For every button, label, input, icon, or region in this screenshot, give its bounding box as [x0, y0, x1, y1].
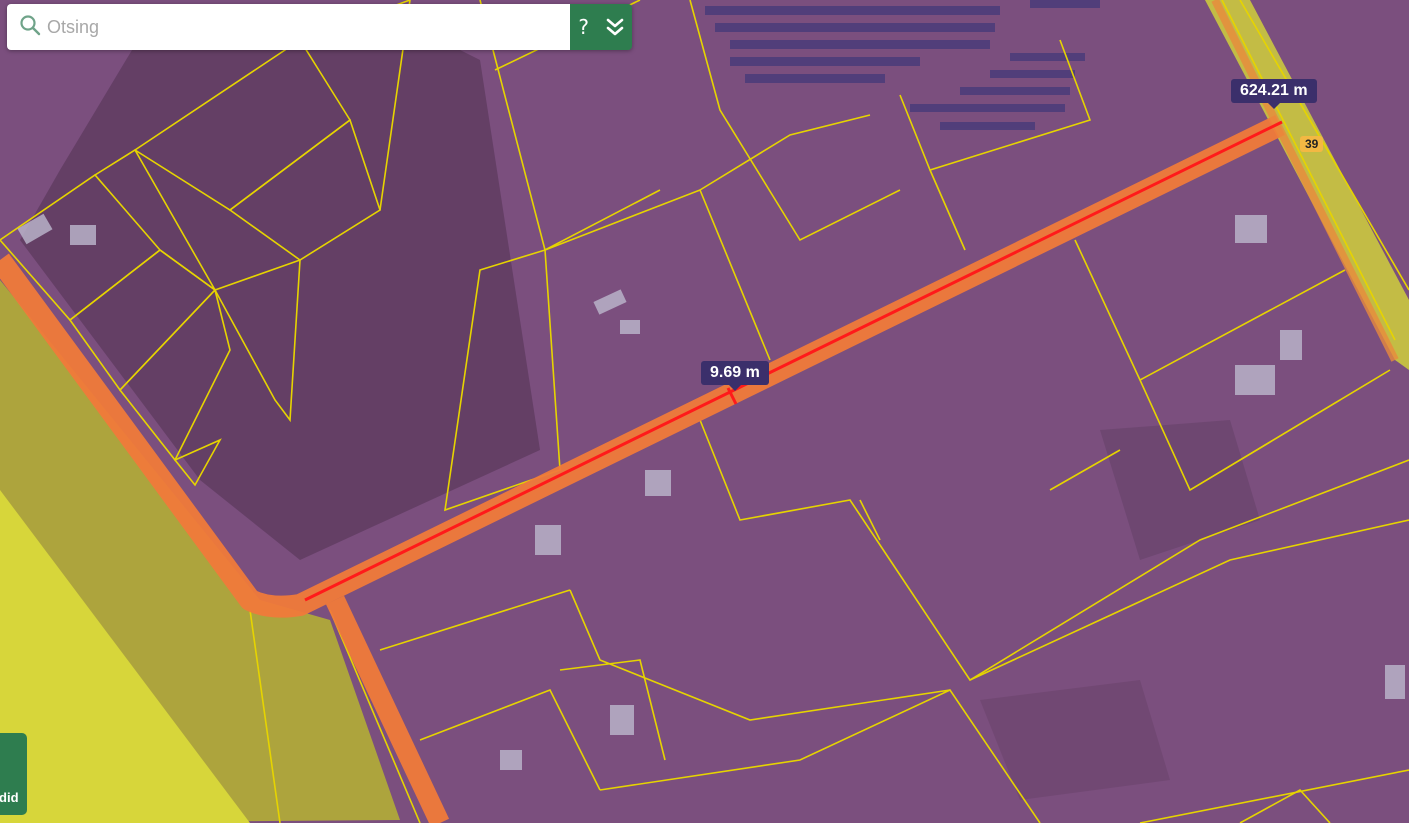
- road-number-badge: 39: [1300, 136, 1324, 152]
- map-canvas[interactable]: 624.21 m 9.69 m 39: [0, 0, 1409, 823]
- search-field[interactable]: [7, 4, 570, 50]
- double-chevron-down-icon[interactable]: [606, 17, 624, 37]
- search-actions: ?: [570, 4, 632, 50]
- help-button[interactable]: ?: [578, 15, 589, 39]
- search-icon[interactable]: [19, 14, 41, 41]
- side-panel-toggle[interactable]: rdid: [0, 733, 27, 815]
- side-panel-label: rdid: [0, 790, 19, 805]
- search-input[interactable]: [45, 15, 549, 39]
- search-bar: ?: [7, 4, 632, 50]
- measure-width-label: 9.69 m: [701, 361, 769, 391]
- map-layer[interactable]: [0, 0, 1409, 823]
- measure-total-length-label: 624.21 m: [1231, 79, 1317, 109]
